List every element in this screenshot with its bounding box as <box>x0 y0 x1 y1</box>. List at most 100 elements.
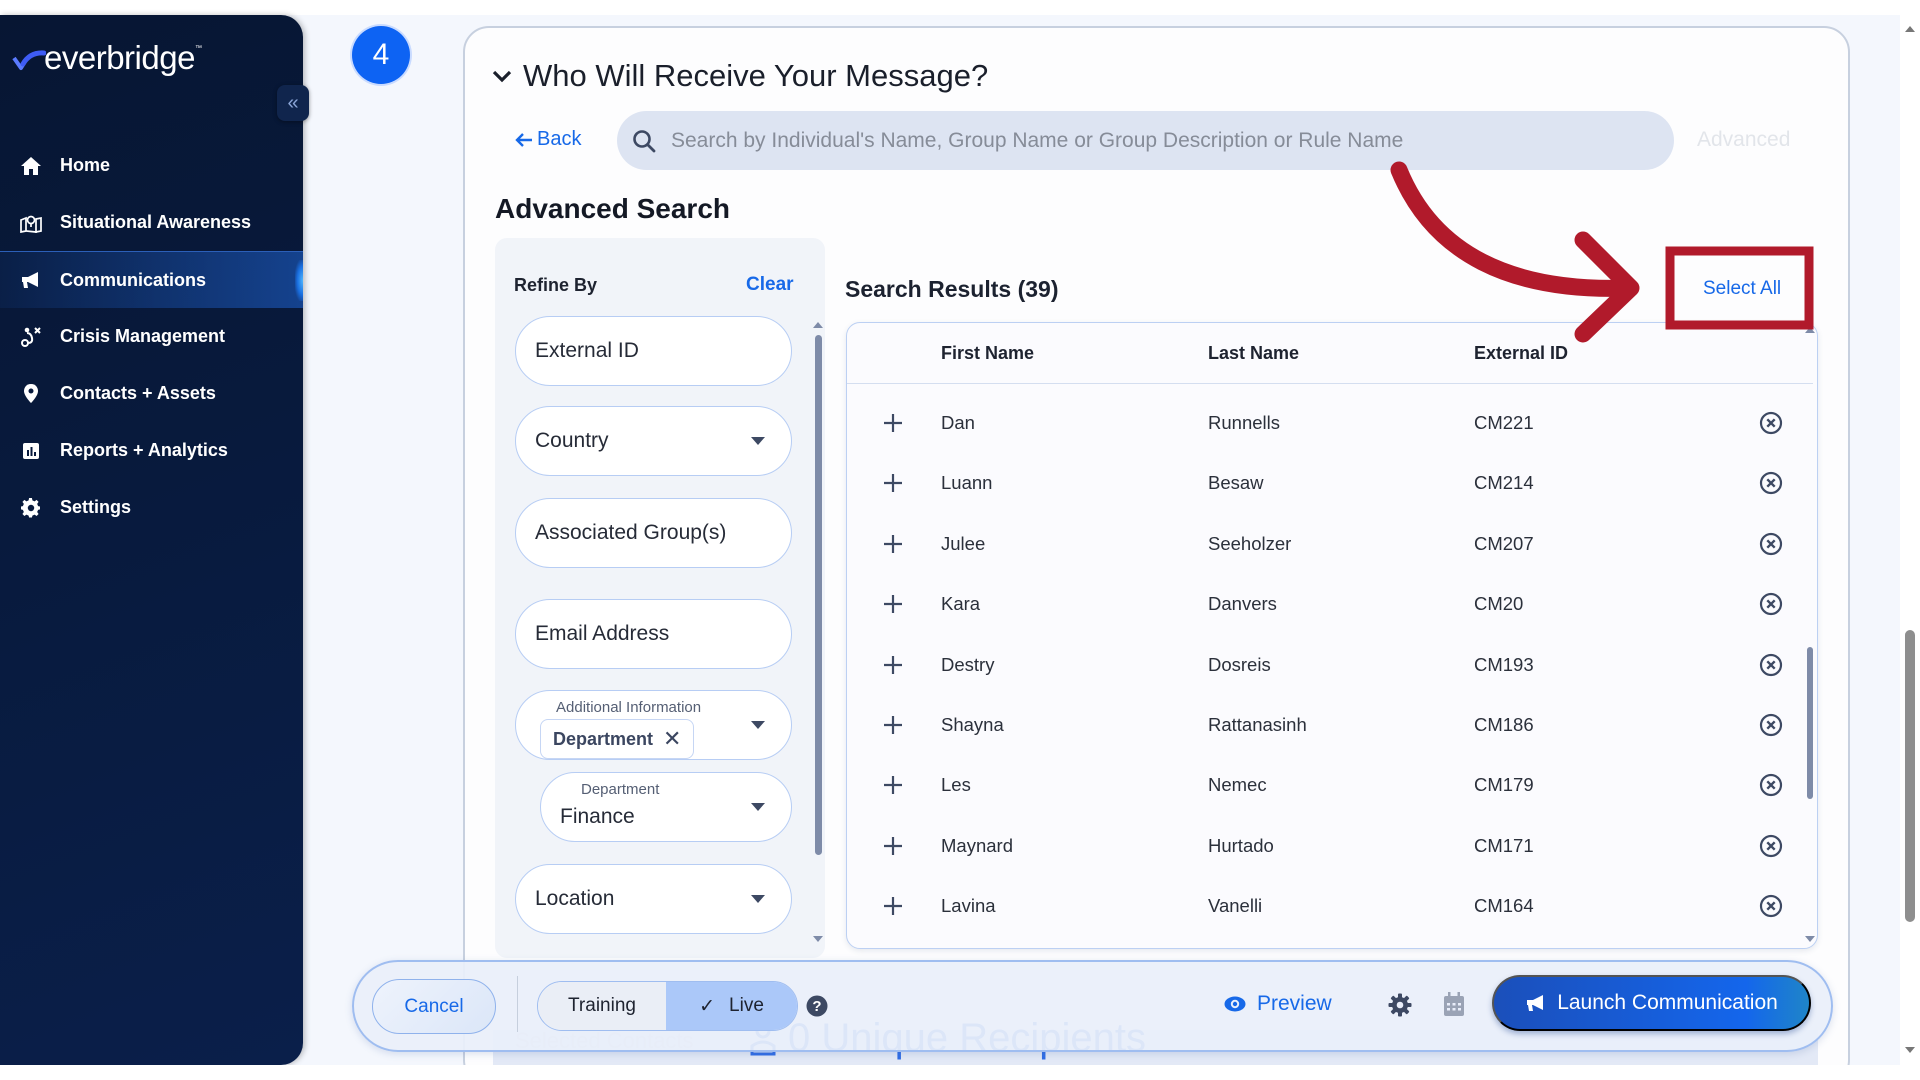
remove-chip-icon[interactable]: ✕ <box>663 726 681 752</box>
clear-filters-button[interactable]: Clear <box>746 274 794 296</box>
settings-gear-icon[interactable] <box>1388 993 1412 1017</box>
email-address-filter[interactable]: Email Address <box>515 599 792 669</box>
first-name-cell: Shayna <box>941 714 1004 735</box>
add-contact-icon[interactable] <box>881 471 905 495</box>
table-row[interactable]: Shayna Rattanasinh CM186 <box>847 695 1787 755</box>
remove-contact-icon[interactable] <box>1759 411 1783 435</box>
refine-scroll-down-icon[interactable] <box>813 936 823 942</box>
remove-contact-icon[interactable] <box>1759 894 1783 918</box>
add-contact-icon[interactable] <box>881 773 905 797</box>
remove-contact-icon[interactable] <box>1759 773 1783 797</box>
sidebar-item-label: Crisis Management <box>60 326 226 346</box>
search-icon <box>633 129 656 152</box>
collapse-sidebar-button[interactable]: « <box>277 85 309 121</box>
first-name-cell: Les <box>941 774 971 796</box>
brand-name: everbridge <box>44 39 195 76</box>
mode-live-option[interactable]: ✓ Live <box>666 982 797 1030</box>
cancel-button[interactable]: Cancel <box>372 979 496 1034</box>
table-row[interactable]: Lavina Vanelli CM164 <box>847 876 1787 936</box>
column-header-last-name[interactable]: Last Name <box>1208 343 1299 364</box>
remove-contact-icon[interactable] <box>1759 592 1783 616</box>
sidebar-item-label: Situational Awareness <box>60 212 252 232</box>
arrow-left-icon <box>515 132 532 147</box>
sidebar-item-label: Home <box>60 155 111 175</box>
page-scrollbar-thumb[interactable] <box>1905 630 1915 922</box>
calendar-icon[interactable] <box>1443 991 1465 1017</box>
page-scroll-up-icon[interactable] <box>1905 26 1915 32</box>
table-row[interactable]: Luann Besaw CM214 <box>847 453 1787 513</box>
recipient-search-input[interactable] <box>671 128 1631 153</box>
external-id-filter[interactable]: External ID <box>515 316 792 386</box>
add-contact-icon[interactable] <box>881 592 905 616</box>
table-scroll-down-icon[interactable] <box>1805 936 1815 942</box>
associated-groups-filter[interactable]: Associated Group(s) <box>515 498 792 568</box>
table-row[interactable]: Julee Seeholzer CM207 <box>847 514 1787 574</box>
table-scroll-up-icon[interactable] <box>1805 327 1815 333</box>
sidebar-item-contacts-assets[interactable]: Contacts + Assets <box>0 365 303 422</box>
sidebar-item-situational-awareness[interactable]: Situational Awareness <box>0 194 303 251</box>
sidebar-item-communications[interactable]: Communications <box>0 251 303 308</box>
table-row[interactable]: Kara Danvers CM20 <box>847 574 1787 634</box>
external-id-cell: CM221 <box>1474 412 1534 433</box>
sidebar-item-label: Communications <box>60 269 207 290</box>
add-contact-icon[interactable] <box>881 411 905 435</box>
back-link[interactable]: Back <box>515 128 581 151</box>
refine-scrollbar-thumb[interactable] <box>815 335 822 855</box>
external-id-cell: CM214 <box>1474 472 1534 494</box>
caret-down-icon <box>751 803 765 811</box>
add-contact-icon[interactable] <box>881 894 905 918</box>
column-header-external-id[interactable]: External ID <box>1474 343 1568 364</box>
department-select[interactable]: Department Finance <box>540 772 792 842</box>
add-contact-icon[interactable] <box>881 532 905 556</box>
page-scroll-down-icon[interactable] <box>1905 1047 1915 1053</box>
add-contact-icon[interactable] <box>881 653 905 677</box>
external-id-cell: CM164 <box>1474 895 1534 917</box>
caret-down-icon <box>751 895 765 903</box>
country-filter[interactable]: Country <box>515 406 792 476</box>
additional-information-select[interactable]: Additional Information Department ✕ <box>515 690 792 760</box>
remove-contact-icon[interactable] <box>1759 471 1783 495</box>
mode-training-option[interactable]: Training <box>538 982 667 1030</box>
last-name-cell: Runnells <box>1208 412 1280 433</box>
location-filter-label: Location <box>535 887 615 910</box>
remove-contact-icon[interactable] <box>1759 834 1783 858</box>
table-row[interactable]: Maynard Hurtado CM171 <box>847 816 1787 876</box>
help-icon[interactable]: ? <box>806 995 828 1017</box>
remove-contact-icon[interactable] <box>1759 653 1783 677</box>
map-pin-icon <box>20 212 42 234</box>
remove-contact-icon[interactable] <box>1759 532 1783 556</box>
section-title: Who Will Receive Your Message? <box>523 58 989 93</box>
department-select-value: Finance <box>560 805 635 828</box>
refine-scroll-up-icon[interactable] <box>813 322 823 328</box>
table-row[interactable]: Les Nemec CM179 <box>847 755 1787 815</box>
launch-communication-button[interactable]: Launch Communication <box>1492 975 1811 1031</box>
svg-text:?: ? <box>812 998 821 1015</box>
column-header-first-name[interactable]: First Name <box>941 343 1034 364</box>
preview-button[interactable]: Preview <box>1223 992 1332 1016</box>
advanced-search-link[interactable]: Advanced <box>1697 128 1790 152</box>
table-scrollbar-thumb[interactable] <box>1807 647 1813 799</box>
first-name-cell: Destry <box>941 653 995 675</box>
sidebar-item-crisis-management[interactable]: Crisis Management <box>0 308 303 365</box>
remove-contact-icon[interactable] <box>1759 713 1783 737</box>
bottom-strip <box>0 1065 1920 1080</box>
sidebar: everbridge ™ « Home Situational Awarenes… <box>0 15 309 1065</box>
first-name-cell: Dan <box>941 412 975 433</box>
last-name-cell: Dosreis <box>1208 653 1271 675</box>
section-header[interactable]: Who Will Receive Your Message? <box>491 58 988 94</box>
everbridge-logo[interactable]: everbridge ™ <box>12 41 202 74</box>
add-contact-icon[interactable] <box>881 834 905 858</box>
external-id-cell: CM20 <box>1474 593 1524 615</box>
add-contact-icon[interactable] <box>881 713 905 737</box>
sidebar-item-settings[interactable]: Settings <box>0 479 303 536</box>
department-select-label: Department <box>581 781 660 798</box>
sidebar-item-home[interactable]: Home <box>0 137 303 194</box>
sidebar-item-reports-analytics[interactable]: Reports + Analytics <box>0 422 303 479</box>
last-name-cell: Hurtado <box>1208 834 1274 856</box>
table-row[interactable]: Dan Runnells CM221 <box>847 393 1787 453</box>
select-all-button[interactable]: Select All <box>1703 278 1781 300</box>
double-chevron-left-icon: « <box>287 91 299 114</box>
location-filter[interactable]: Location <box>515 864 792 934</box>
table-row[interactable]: Destry Dosreis CM193 <box>847 635 1787 695</box>
mode-toggle: Training ✓ Live <box>537 981 798 1031</box>
